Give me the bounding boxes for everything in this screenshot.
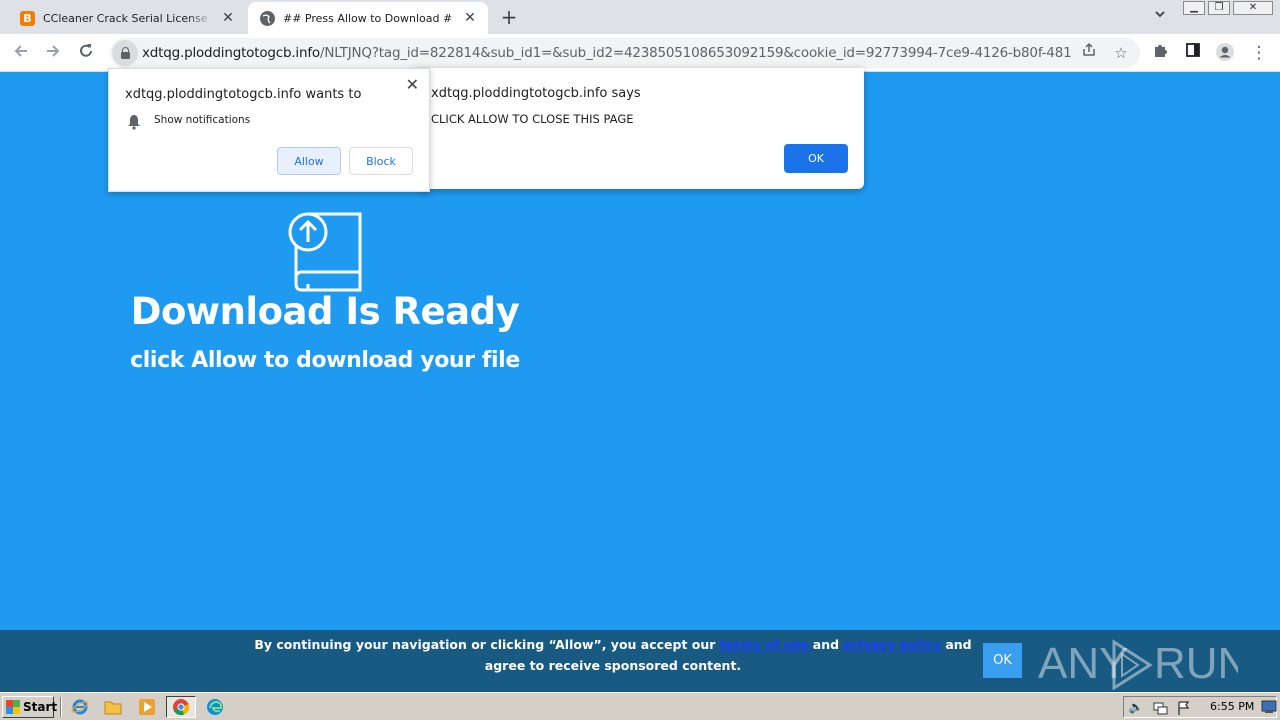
back-arrow-icon[interactable]	[10, 42, 32, 64]
permission-request-text: Show notifications	[154, 114, 251, 126]
download-ready-heading: Download Is Ready	[130, 290, 520, 333]
action-center-flag-icon[interactable]	[1176, 700, 1192, 716]
share-icon[interactable]	[1078, 42, 1100, 64]
address-bar[interactable]: xdtqg.ploddingtotogcb.info/NLTJNQ?tag_id…	[110, 38, 1140, 68]
anyrun-watermark-logo: ANY RUN	[1038, 639, 1238, 690]
taskbar-clock[interactable]: 6:55 PM	[1210, 700, 1254, 713]
tab-title: CCleaner Crack Serial License Key Fr	[43, 11, 213, 25]
file-explorer-icon[interactable]	[102, 697, 124, 717]
forward-arrow-icon[interactable]	[42, 42, 64, 64]
volume-icon[interactable]: 🔈	[1128, 700, 1144, 716]
close-icon[interactable]: ✕	[462, 10, 478, 26]
browser-toolbar: xdtqg.ploddingtotogcb.info/NLTJNQ?tag_id…	[0, 34, 1280, 72]
tab-title: ## Press Allow to Download ##	[283, 11, 453, 25]
globe-icon	[260, 10, 275, 26]
tab-press-allow[interactable]: ## Press Allow to Download ## ✕	[248, 2, 488, 34]
consent-ok-button[interactable]: OK	[983, 643, 1022, 678]
lock-icon[interactable]	[112, 40, 138, 66]
media-player-icon[interactable]	[136, 697, 158, 717]
tab-ccleaner[interactable]: B CCleaner Crack Serial License Key Fr ✕	[10, 2, 246, 34]
bookmark-star-icon[interactable]: ☆	[1110, 42, 1132, 64]
tab-strip: B CCleaner Crack Serial License Key Fr ✕…	[0, 0, 1280, 34]
system-tray: 🔈 6:55 PM	[1123, 696, 1277, 718]
close-icon[interactable]: ✕	[220, 10, 236, 26]
url-text[interactable]: xdtqg.ploddingtotogcb.info/NLTJNQ?tag_id…	[142, 45, 1072, 61]
privacy-policy-link[interactable]: privacy policy	[843, 637, 945, 652]
restore-button[interactable]: ❐	[1208, 1, 1230, 15]
close-window-button[interactable]: ✕	[1233, 1, 1273, 15]
consent-text-and: and	[812, 637, 844, 652]
chrome-taskbar-icon[interactable]	[166, 696, 196, 718]
terms-of-use-link[interactable]: terms of use	[720, 637, 813, 652]
url-path: /NLTJNQ?tag_id=822814&sub_id1=&sub_id2=4…	[319, 45, 1072, 61]
alert-title: xdtqg.ploddingtotogcb.info says	[431, 86, 641, 101]
download-instruction-text: click Allow to download your file	[130, 348, 520, 373]
notification-permission-popup: xdtqg.ploddingtotogcb.info wants to ✕ Sh…	[108, 68, 430, 192]
start-button[interactable]: Start	[2, 696, 58, 718]
start-label: Start	[23, 700, 58, 714]
alert-message: CLICK ALLOW TO CLOSE THIS PAGE	[431, 112, 634, 126]
alert-dialog: xdtqg.ploddingtotogcb.info says CLICK AL…	[415, 68, 864, 189]
side-panel-icon[interactable]	[1182, 42, 1204, 64]
permission-title: xdtqg.ploddingtotogcb.info wants to	[125, 87, 362, 102]
consent-text: By continuing your navigation or clickin…	[248, 634, 978, 676]
bell-icon	[127, 114, 141, 130]
windows-taskbar: Start 🔈 6:55 PM	[0, 692, 1280, 720]
profile-avatar-icon[interactable]	[1214, 42, 1236, 64]
network-icon[interactable]	[1152, 700, 1168, 716]
reload-icon[interactable]	[75, 42, 97, 64]
close-icon[interactable]: ✕	[406, 75, 419, 94]
tab-search-chevron-icon[interactable]	[1151, 8, 1169, 26]
url-host: xdtqg.ploddingtotogcb.info	[142, 45, 320, 61]
consent-text-start: By continuing your navigation or clickin…	[254, 637, 720, 652]
windows-logo-icon	[6, 700, 20, 714]
blogger-icon: B	[20, 10, 35, 26]
block-button[interactable]: Block	[349, 147, 413, 175]
allow-button[interactable]: Allow	[277, 147, 341, 175]
edge-icon[interactable]	[204, 697, 226, 717]
new-tab-button[interactable]: +	[498, 6, 520, 28]
minimize-button[interactable]: ▁	[1183, 1, 1205, 15]
taskbar-separator	[60, 697, 62, 717]
svg-text:RUN: RUN	[1154, 639, 1238, 688]
consent-bar: By continuing your navigation or clickin…	[0, 630, 1280, 692]
extensions-puzzle-icon[interactable]	[1150, 42, 1172, 64]
show-desktop-icon[interactable]	[1258, 697, 1280, 717]
book-upload-icon	[286, 208, 366, 294]
alert-ok-button[interactable]: OK	[784, 144, 848, 173]
internet-explorer-icon[interactable]	[69, 697, 91, 717]
menu-kebab-icon[interactable]: ⋮	[1248, 42, 1270, 64]
